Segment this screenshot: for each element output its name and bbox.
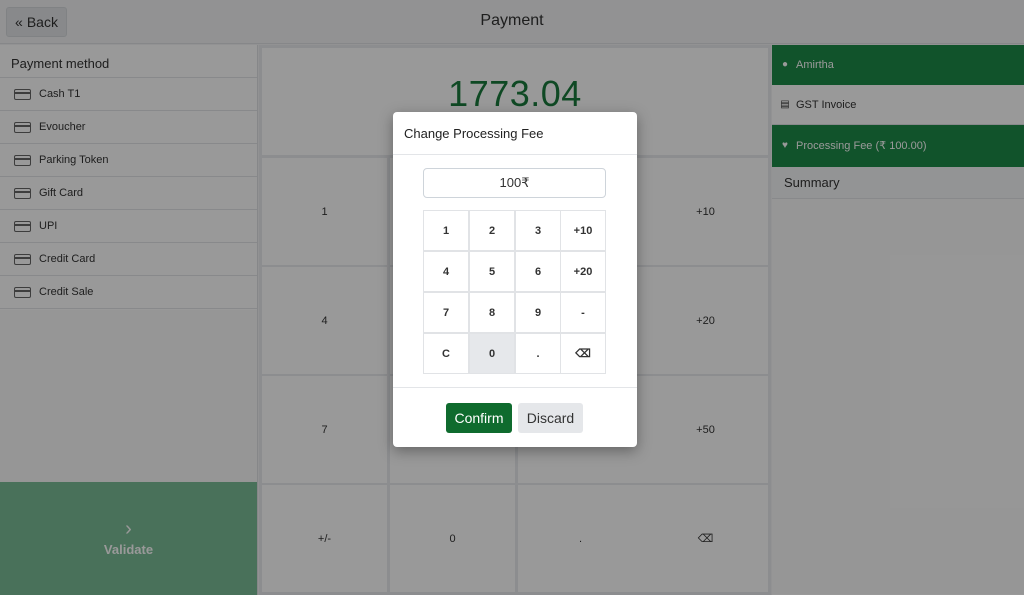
dialog-key[interactable]: 3 bbox=[515, 210, 561, 251]
dialog-key[interactable]: +10 bbox=[560, 210, 606, 251]
dialog-key[interactable]: 4 bbox=[423, 251, 469, 292]
dialog-key[interactable]: +20 bbox=[560, 251, 606, 292]
discard-button[interactable]: Discard bbox=[518, 403, 583, 433]
dialog-key[interactable]: . bbox=[515, 333, 561, 374]
change-processing-fee-dialog: Change Processing Fee 1 2 3 +10 4 5 6 +2… bbox=[393, 112, 637, 447]
dialog-key[interactable]: 6 bbox=[515, 251, 561, 292]
dialog-key[interactable]: 8 bbox=[469, 292, 515, 333]
dialog-key[interactable]: - bbox=[560, 292, 606, 333]
dialog-key[interactable]: 2 bbox=[469, 210, 515, 251]
dialog-key[interactable]: 0 bbox=[469, 333, 515, 374]
processing-fee-input[interactable] bbox=[423, 168, 606, 198]
dialog-title: Change Processing Fee bbox=[393, 112, 637, 155]
dialog-key[interactable]: 7 bbox=[423, 292, 469, 333]
dialog-key[interactable]: C bbox=[423, 333, 469, 374]
dialog-key[interactable]: 5 bbox=[469, 251, 515, 292]
dialog-backspace-key[interactable]: ⌫ bbox=[560, 333, 606, 374]
confirm-button[interactable]: Confirm bbox=[446, 403, 512, 433]
dialog-key[interactable]: 1 bbox=[423, 210, 469, 251]
dialog-key[interactable]: 9 bbox=[515, 292, 561, 333]
dialog-divider bbox=[393, 387, 637, 388]
